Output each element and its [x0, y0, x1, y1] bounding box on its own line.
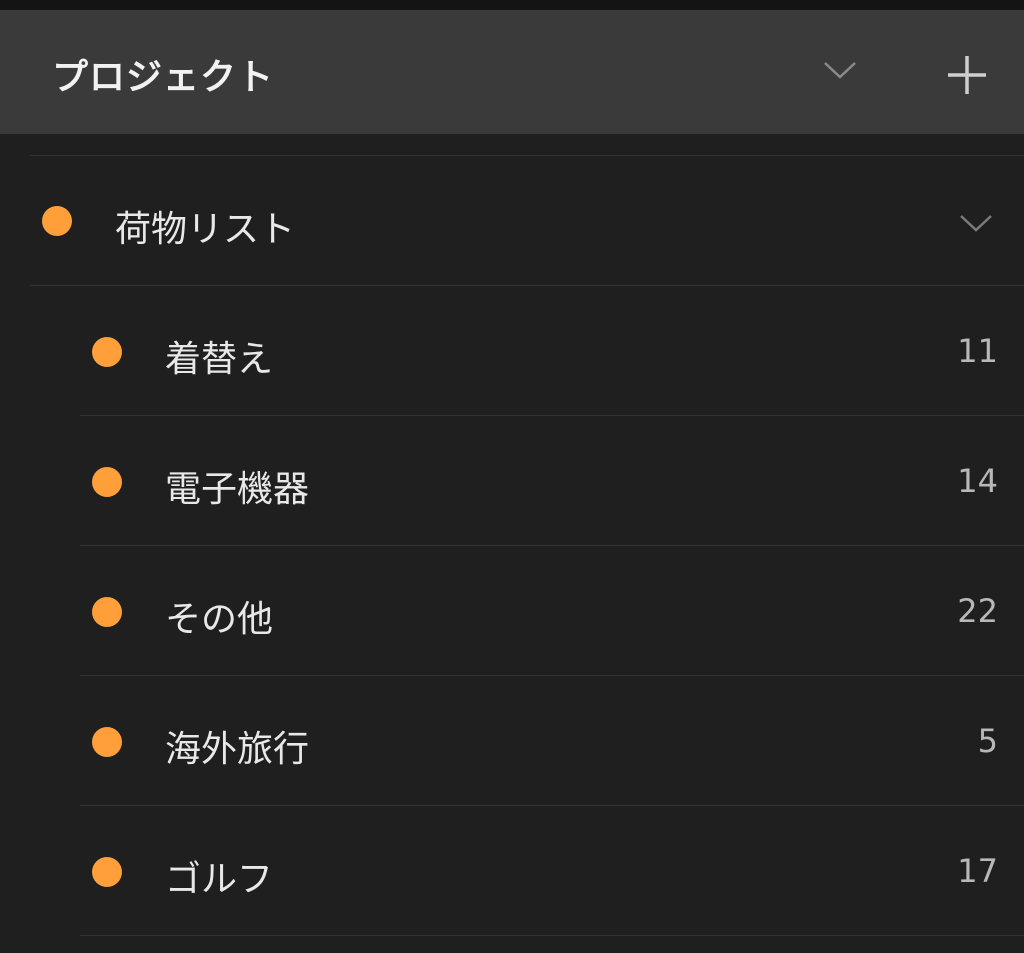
task-count: 22 — [957, 592, 998, 630]
project-color-dot — [92, 467, 122, 497]
project-label: 電子機器 — [165, 469, 310, 510]
task-count: 11 — [957, 332, 998, 370]
list-item[interactable]: 海外旅行 5 — [0, 676, 1024, 806]
project-color-dot — [92, 597, 122, 627]
chevron-down-icon[interactable] — [822, 58, 858, 82]
project-label: その他 — [165, 599, 274, 640]
divider — [80, 935, 1024, 936]
task-count: 5 — [977, 722, 998, 760]
list-item[interactable]: ゴルフ 17 — [0, 806, 1024, 936]
projects-header: プロジェクト — [0, 10, 1024, 134]
task-count: 14 — [957, 462, 998, 500]
project-color-dot — [42, 206, 72, 236]
project-label: 海外旅行 — [165, 729, 310, 770]
plus-icon[interactable] — [945, 53, 989, 97]
project-label: 荷物リスト — [115, 209, 296, 250]
task-count: 17 — [957, 852, 998, 890]
project-color-dot — [92, 727, 122, 757]
list-item[interactable]: その他 22 — [0, 546, 1024, 676]
project-color-dot — [92, 337, 122, 367]
project-row-parent[interactable]: 荷物リスト — [0, 156, 1024, 286]
project-color-dot — [92, 857, 122, 887]
list-item[interactable]: 電子機器 14 — [0, 416, 1024, 546]
top-edge — [0, 0, 1024, 10]
project-list: 荷物リスト 着替え 11 電子機器 14 その他 22 海外旅行 5 ゴルフ 1… — [0, 134, 1024, 953]
list-item[interactable]: 着替え 11 — [0, 286, 1024, 416]
project-label: ゴルフ — [165, 859, 274, 900]
project-label: 着替え — [165, 339, 274, 380]
header-title: プロジェクト — [52, 57, 275, 98]
chevron-down-icon[interactable] — [958, 211, 994, 235]
